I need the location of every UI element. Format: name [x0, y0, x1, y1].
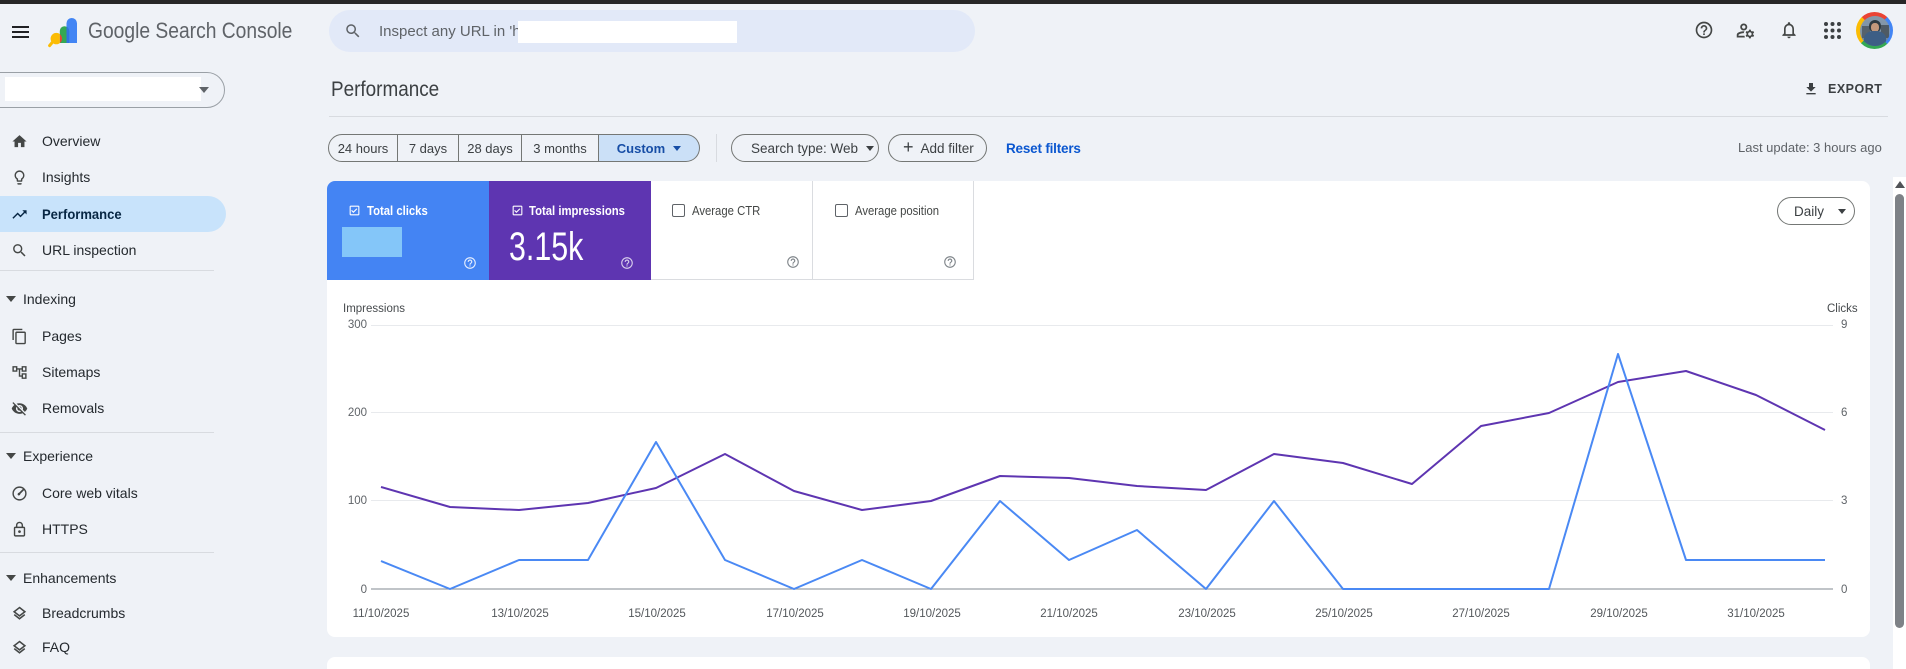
svg-text:27/10/2025: 27/10/2025: [1452, 608, 1510, 620]
svg-text:17/10/2025: 17/10/2025: [766, 608, 824, 620]
svg-text:300: 300: [348, 319, 367, 331]
svg-text:3: 3: [1841, 495, 1847, 507]
svg-text:6: 6: [1841, 407, 1847, 419]
svg-text:11/10/2025: 11/10/2025: [353, 608, 410, 620]
svg-text:31/10/2025: 31/10/2025: [1727, 608, 1785, 620]
svg-text:0: 0: [361, 584, 367, 596]
svg-text:15/10/2025: 15/10/2025: [628, 608, 686, 620]
svg-text:9: 9: [1841, 319, 1847, 331]
svg-text:Impressions: Impressions: [343, 303, 405, 315]
svg-text:25/10/2025: 25/10/2025: [1315, 608, 1373, 620]
svg-text:29/10/2025: 29/10/2025: [1590, 608, 1648, 620]
svg-text:19/10/2025: 19/10/2025: [903, 608, 961, 620]
svg-text:200: 200: [348, 407, 367, 419]
svg-text:13/10/2025: 13/10/2025: [491, 608, 549, 620]
svg-text:23/10/2025: 23/10/2025: [1178, 608, 1236, 620]
svg-text:21/10/2025: 21/10/2025: [1040, 608, 1098, 620]
svg-text:100: 100: [348, 495, 367, 507]
svg-text:Clicks: Clicks: [1827, 303, 1858, 315]
svg-text:0: 0: [1841, 584, 1847, 596]
